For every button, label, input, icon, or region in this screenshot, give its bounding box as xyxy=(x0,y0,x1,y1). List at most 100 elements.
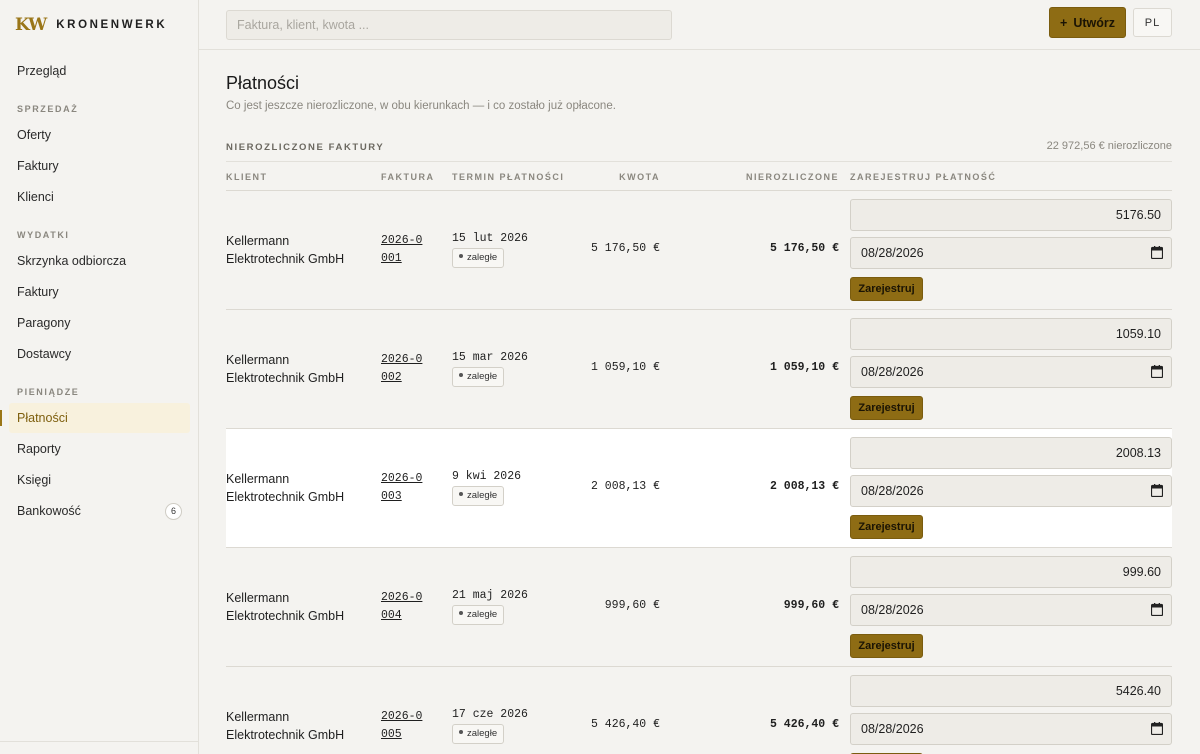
invoice-amount: 999,60 € xyxy=(604,599,660,612)
plus-icon: + xyxy=(1060,15,1068,30)
sidebar-item-banking[interactable]: Bankowość 6 xyxy=(9,496,190,526)
payment-date-input[interactable]: 08/28/2026 xyxy=(850,713,1172,745)
calendar-icon[interactable] xyxy=(1151,365,1163,378)
unpaid-invoices-table: KLIENT FAKTURA TERMIN PŁATNOŚCI KWOTA NI… xyxy=(226,161,1172,754)
table-row: Kellermann Elektrotechnik GmbH 2026-0003… xyxy=(226,429,1172,548)
sidebar-section-sales: SPRZEDAŻ xyxy=(17,104,79,114)
payment-date-input[interactable]: 08/28/2026 xyxy=(850,356,1172,388)
invoice-link[interactable]: 2026-0004 xyxy=(381,589,423,625)
client-name: Kellermann Elektrotechnik GmbH xyxy=(226,591,345,623)
calendar-icon[interactable] xyxy=(1151,484,1163,497)
sidebar-item-clients[interactable]: Klienci xyxy=(9,182,190,212)
header-register-payment: ZAREJESTRUJ PŁATNOŚĆ xyxy=(850,172,997,182)
payment-date-input[interactable]: 08/28/2026 xyxy=(850,237,1172,269)
create-button-label: Utwórz xyxy=(1073,15,1115,30)
table-row: Kellermann Elektrotechnik GmbH 2026-0002… xyxy=(226,310,1172,429)
status-label: zaległe xyxy=(467,490,498,501)
outstanding-amount: 999,60 € xyxy=(783,599,839,612)
invoice-amount: 5 176,50 € xyxy=(590,242,660,255)
sidebar-item-payments[interactable]: Płatności xyxy=(0,403,190,433)
payment-date-value: 08/28/2026 xyxy=(861,246,924,260)
payment-date-value: 08/28/2026 xyxy=(861,722,924,736)
status-badge: zaległe xyxy=(452,248,505,268)
outstanding-amount: 5 426,40 € xyxy=(769,718,839,731)
sidebar-item-label: Bankowość xyxy=(17,504,81,518)
calendar-icon[interactable] xyxy=(1151,722,1163,735)
outstanding-amount: 2 008,13 € xyxy=(769,480,839,493)
sidebar-item-reports[interactable]: Raporty xyxy=(9,434,190,464)
sidebar-section-expenses: WYDATKI xyxy=(17,230,70,240)
register-payment-button[interactable]: Zarejestruj xyxy=(850,634,923,658)
invoice-link[interactable]: 2026-0002 xyxy=(381,351,423,387)
sidebar-item-inbox[interactable]: Skrzynka odbiorcza xyxy=(9,246,190,276)
sidebar-item-expense-invoices[interactable]: Faktury xyxy=(9,277,190,307)
register-payment-button[interactable]: Zarejestruj xyxy=(850,396,923,420)
client-name: Kellermann Elektrotechnik GmbH xyxy=(226,710,345,742)
header-outstanding: NIEROZLICZONE xyxy=(746,172,839,182)
payment-date-value: 08/28/2026 xyxy=(861,484,924,498)
invoice-link[interactable]: 2026-0001 xyxy=(381,232,423,268)
dot-icon xyxy=(459,373,463,377)
create-button[interactable]: + Utwórz xyxy=(1049,7,1126,38)
payment-amount-input[interactable] xyxy=(850,556,1172,588)
header-client: KLIENT xyxy=(226,172,268,182)
client-name: Kellermann Elektrotechnik GmbH xyxy=(226,234,345,266)
status-badge: zaległe xyxy=(452,605,505,625)
due-date: 15 lut 2026 xyxy=(452,232,528,245)
sidebar-item-sales-invoices[interactable]: Faktury xyxy=(9,151,190,181)
header-amount: KWOTA xyxy=(619,172,660,182)
section-label: NIEROZLICZONE FAKTURY xyxy=(226,142,385,153)
client-name: Kellermann Elektrotechnik GmbH xyxy=(226,472,345,504)
payment-amount-input[interactable] xyxy=(850,199,1172,231)
status-label: zaległe xyxy=(467,609,498,620)
invoice-link[interactable]: 2026-0003 xyxy=(381,470,423,506)
table-header: KLIENT FAKTURA TERMIN PŁATNOŚCI KWOTA NI… xyxy=(226,161,1172,191)
header-invoice: FAKTURA xyxy=(381,172,435,182)
table-row: Kellermann Elektrotechnik GmbH 2026-0001… xyxy=(226,191,1172,310)
dot-icon xyxy=(459,492,463,496)
due-date: 21 maj 2026 xyxy=(452,589,528,602)
calendar-icon[interactable] xyxy=(1151,603,1163,616)
due-date: 9 kwi 2026 xyxy=(452,470,522,483)
table-row: Kellermann Elektrotechnik GmbH 2026-0005… xyxy=(226,667,1172,754)
header-due-date: TERMIN PŁATNOŚCI xyxy=(452,172,565,182)
invoice-link[interactable]: 2026-0005 xyxy=(381,708,423,744)
payment-date-input[interactable]: 08/28/2026 xyxy=(850,475,1172,507)
main-content: Płatności Co jest jeszcze nierozliczone,… xyxy=(199,51,1200,754)
search-input[interactable] xyxy=(226,10,672,40)
section-total: 22 972,56 € nierozliczone xyxy=(1046,140,1172,152)
status-badge: zaległe xyxy=(452,486,505,506)
sidebar-item-ledgers[interactable]: Księgi xyxy=(9,465,190,495)
divider xyxy=(0,741,199,742)
sidebar-nav: Przegląd SPRZEDAŻ Oferty Faktury Klienci… xyxy=(0,56,199,527)
payment-date-input[interactable]: 08/28/2026 xyxy=(850,594,1172,626)
payment-amount-input[interactable] xyxy=(850,437,1172,469)
language-button[interactable]: PL xyxy=(1133,8,1172,37)
topbar: + Utwórz PL xyxy=(199,0,1200,50)
register-payment-button[interactable]: Zarejestruj xyxy=(850,515,923,539)
sidebar: KW KRONENWERK Przegląd SPRZEDAŻ Oferty F… xyxy=(0,0,199,754)
invoice-amount: 1 059,10 € xyxy=(590,361,660,374)
register-payment-button[interactable]: Zarejestruj xyxy=(850,277,923,301)
table-row: Kellermann Elektrotechnik GmbH 2026-0004… xyxy=(226,548,1172,667)
payment-amount-input[interactable] xyxy=(850,318,1172,350)
payment-amount-input[interactable] xyxy=(850,675,1172,707)
sidebar-item-overview[interactable]: Przegląd xyxy=(9,56,190,86)
page-subtitle: Co jest jeszcze nierozliczone, w obu kie… xyxy=(226,100,616,112)
dot-icon xyxy=(459,611,463,615)
client-name: Kellermann Elektrotechnik GmbH xyxy=(226,353,345,385)
banking-count-badge: 6 xyxy=(165,503,182,520)
invoice-amount: 5 426,40 € xyxy=(590,718,660,731)
status-badge: zaległe xyxy=(452,724,505,744)
brand-logo[interactable]: KW KRONENWERK xyxy=(15,15,167,35)
dot-icon xyxy=(459,730,463,734)
calendar-icon[interactable] xyxy=(1151,246,1163,259)
sidebar-item-offers[interactable]: Oferty xyxy=(9,120,190,150)
due-date: 17 cze 2026 xyxy=(452,708,528,721)
payment-date-value: 08/28/2026 xyxy=(861,603,924,617)
due-date: 15 mar 2026 xyxy=(452,351,528,364)
sidebar-item-suppliers[interactable]: Dostawcy xyxy=(9,339,190,369)
sidebar-item-receipts[interactable]: Paragony xyxy=(9,308,190,338)
status-badge: zaległe xyxy=(452,367,505,387)
status-label: zaległe xyxy=(467,252,498,263)
